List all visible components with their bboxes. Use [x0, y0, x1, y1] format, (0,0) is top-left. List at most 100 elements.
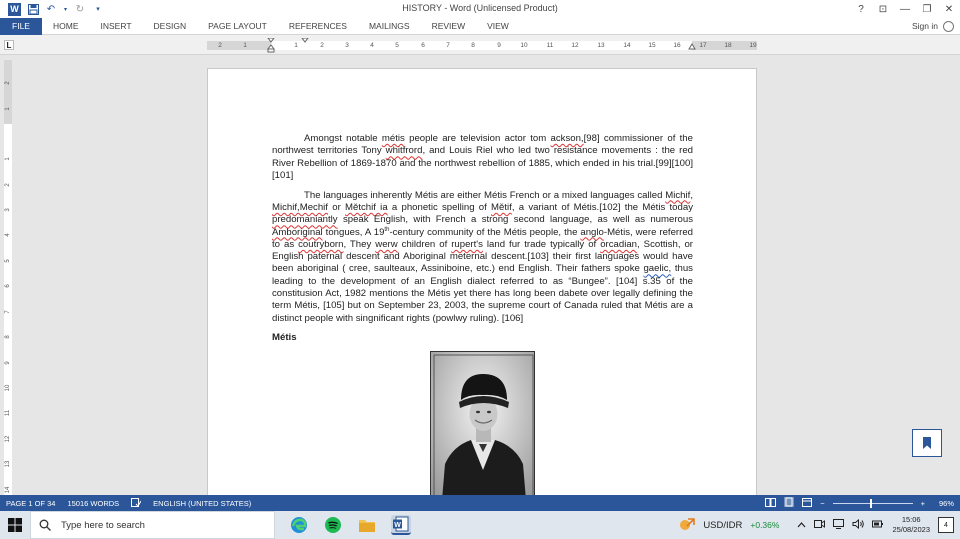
portrait-image[interactable] [430, 351, 535, 495]
tab-page-layout[interactable]: PAGE LAYOUT [197, 18, 278, 35]
chevron-up-icon[interactable] [797, 520, 806, 530]
restore-button[interactable]: ❐ [916, 4, 938, 15]
ruler-number: 12 [571, 42, 579, 49]
indent-marker-icon[interactable] [267, 38, 275, 53]
notification-center-button[interactable]: 4 [938, 517, 954, 533]
clock[interactable]: 15:06 25/08/2023 [892, 515, 930, 535]
tab-home[interactable]: HOME [42, 18, 90, 35]
tab-review[interactable]: REVIEW [421, 18, 477, 35]
close-button[interactable]: ✕ [938, 4, 960, 15]
ruler-number: 13 [597, 42, 605, 49]
language-indicator[interactable]: ENGLISH (UNITED STATES) [147, 499, 257, 508]
vertical-ruler-number: 14 [5, 486, 11, 494]
ruler-number: 18 [724, 42, 732, 49]
ruler-number: 1 [294, 42, 298, 49]
read-mode-icon[interactable] [765, 497, 777, 509]
undo-dropdown-icon[interactable]: ▾ [63, 3, 68, 15]
page-count[interactable]: PAGE 1 OF 34 [0, 499, 61, 508]
tab-file[interactable]: FILE [0, 17, 42, 35]
horizontal-ruler[interactable]: 2 1 1 2 3 4 5 6 7 8 9 10 11 12 13 14 15 … [207, 38, 757, 53]
zoom-out-button[interactable]: − [820, 499, 824, 508]
document-body[interactable]: Amongst notable métis people are televis… [272, 133, 693, 345]
web-layout-icon[interactable] [802, 497, 813, 509]
undo-icon[interactable]: ↶ [45, 3, 57, 15]
battery-icon[interactable] [872, 519, 884, 531]
taskbar-search[interactable]: Type here to search [30, 511, 275, 539]
vertical-ruler-number: 2 [5, 183, 11, 187]
ruler-number: 4 [370, 42, 374, 49]
paragraph-1[interactable]: Amongst notable métis people are televis… [272, 133, 693, 182]
vertical-ruler-number: 5 [5, 259, 11, 263]
ruler-number: 9 [497, 42, 501, 49]
ticker-icon[interactable] [679, 517, 696, 533]
tab-references[interactable]: REFERENCES [278, 18, 358, 35]
ruler-number: 6 [421, 42, 425, 49]
ruler-number: 7 [446, 42, 450, 49]
search-icon [39, 519, 51, 531]
right-indent-marker-icon[interactable] [688, 43, 696, 50]
ruler-number: 2 [218, 42, 222, 49]
svg-text:W: W [394, 522, 401, 529]
word-taskbar-icon[interactable]: W [391, 515, 411, 535]
zoom-level[interactable]: 96% [939, 499, 954, 508]
network-icon[interactable] [833, 519, 845, 531]
document-workspace[interactable]: Amongst notable métis people are televis… [14, 56, 960, 495]
clock-time: 15:06 [901, 515, 921, 524]
ticker-label[interactable]: USD/IDR [703, 520, 742, 531]
document-page[interactable]: Amongst notable métis people are televis… [207, 68, 757, 495]
zoom-slider-thumb[interactable] [869, 498, 872, 508]
file-explorer-icon[interactable] [357, 515, 377, 535]
heading-metis[interactable]: Métis [272, 332, 693, 344]
windows-icon [8, 518, 22, 532]
start-button[interactable] [0, 511, 30, 539]
minimize-button[interactable]: — [894, 4, 916, 15]
ruler-row: L 2 1 1 2 3 4 5 6 7 8 9 10 11 12 13 14 1… [0, 35, 960, 55]
redo-icon[interactable]: ↻ [74, 3, 86, 15]
print-layout-icon[interactable] [784, 497, 795, 509]
title-bar: W ↶ ▾ ↻ ▾ HISTORY - Word (Unlicensed Pro… [0, 0, 960, 18]
word-logo-icon: W [8, 2, 21, 16]
status-bar: PAGE 1 OF 34 15016 WORDS ENGLISH (UNITED… [0, 495, 960, 511]
tab-mailings[interactable]: MAILINGS [358, 18, 421, 35]
spotify-icon[interactable] [323, 515, 343, 535]
vertical-ruler-number: 2 [5, 81, 11, 85]
ruler-number: 11 [546, 42, 554, 49]
ruler-number: 10 [520, 42, 528, 49]
vertical-ruler[interactable]: 2 1 1 2 3 4 5 6 7 8 9 10 11 12 13 14 [4, 60, 12, 495]
system-tray: USD/IDR +0.36% 15:06 25/08/2023 4 [679, 511, 960, 539]
volume-icon[interactable] [852, 518, 865, 531]
vruler-top-margin [4, 60, 12, 124]
user-icon[interactable] [943, 21, 954, 32]
save-icon[interactable] [27, 3, 39, 15]
vertical-ruler-number: 12 [5, 435, 11, 443]
sign-in-link[interactable]: Sign in [912, 21, 938, 31]
tab-insert[interactable]: INSERT [90, 18, 143, 35]
edge-icon[interactable] [289, 515, 309, 535]
tab-design[interactable]: DESIGN [143, 18, 198, 35]
quick-access-toolbar: W ↶ ▾ ↻ ▾ [0, 0, 104, 18]
zoom-in-button[interactable]: + [921, 499, 925, 508]
ruler-left-margin [207, 41, 271, 50]
vertical-ruler-number: 4 [5, 233, 11, 237]
word-count[interactable]: 15016 WORDS [61, 499, 125, 508]
bookmark-button[interactable] [912, 429, 942, 457]
ticker-change[interactable]: +0.36% [750, 520, 779, 530]
window-title: HISTORY - Word (Unlicensed Product) [402, 3, 558, 13]
proofing-icon[interactable] [125, 497, 147, 509]
search-placeholder: Type here to search [61, 519, 145, 531]
ruler-number: 3 [345, 42, 349, 49]
tab-selector-button[interactable]: L [4, 40, 14, 50]
ruler-number: 14 [623, 42, 631, 49]
vertical-ruler-number: 10 [5, 384, 11, 392]
tab-view[interactable]: VIEW [476, 18, 520, 35]
customize-qat-icon[interactable]: ▾ [92, 3, 104, 15]
meet-now-icon[interactable] [814, 519, 826, 531]
first-line-indent-icon[interactable] [301, 38, 309, 43]
ruler-number: 5 [395, 42, 399, 49]
vertical-ruler-number: 13 [5, 460, 11, 468]
help-button[interactable]: ? [850, 4, 872, 15]
paragraph-2[interactable]: The languages inherently Métis are eithe… [272, 190, 693, 325]
zoom-slider[interactable] [832, 498, 913, 508]
vertical-ruler-number: 8 [5, 335, 11, 339]
ribbon-display-options-button[interactable]: ⊡ [872, 4, 894, 15]
